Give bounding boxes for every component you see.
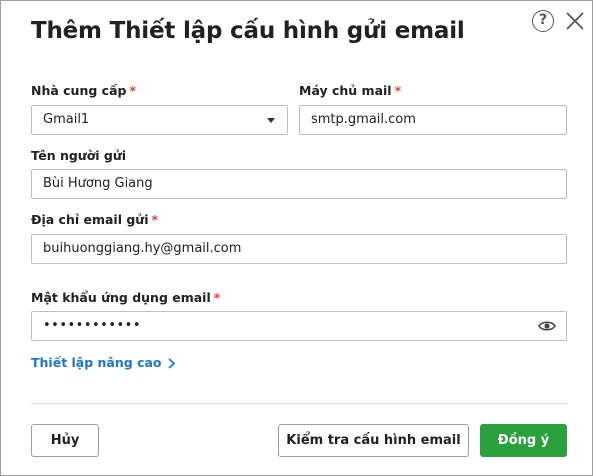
sender-email-label: Địa chỉ email gửi * xyxy=(31,212,158,227)
advanced-settings-label: Thiết lập nâng cao xyxy=(31,355,162,370)
dialog-title: Thêm Thiết lập cấu hình gửi email xyxy=(31,18,465,44)
advanced-settings-link[interactable]: Thiết lập nâng cao xyxy=(31,355,175,370)
sender-name-label: Tên người gửi xyxy=(31,148,126,163)
required-mark: * xyxy=(394,83,402,98)
mail-server-value: smtp.gmail.com xyxy=(311,112,416,127)
sender-name-label-text: Tên người gửi xyxy=(31,148,127,163)
app-password-label: Mật khẩu ứng dụng email * xyxy=(31,290,220,305)
mail-server-label: Máy chủ mail * xyxy=(299,83,401,98)
app-password-value: •••••••••••• xyxy=(43,318,142,333)
provider-select[interactable]: Gmail1 xyxy=(31,105,288,135)
ok-button[interactable]: Đồng ý xyxy=(480,424,567,457)
sender-email-value: buihuonggiang.hy@gmail.com xyxy=(43,241,242,256)
sender-email-input[interactable]: buihuonggiang.hy@gmail.com xyxy=(31,234,567,264)
required-mark: * xyxy=(151,212,159,227)
cancel-button[interactable]: Hủy xyxy=(31,424,99,457)
sender-name-input[interactable]: Bùi Hương Giang xyxy=(31,169,567,199)
app-password-label-text: Mật khẩu ứng dụng email xyxy=(31,290,211,305)
required-mark: * xyxy=(129,83,136,98)
email-config-dialog: Thêm Thiết lập cấu hình gửi email ? Nhà … xyxy=(0,0,593,476)
caret-down-icon xyxy=(267,118,275,123)
provider-label: Nhà cung cấp * xyxy=(31,83,136,98)
required-mark: * xyxy=(213,290,221,305)
help-icon[interactable]: ? xyxy=(532,10,554,32)
test-config-button[interactable]: Kiểm tra cấu hình email xyxy=(278,424,469,457)
eye-icon[interactable] xyxy=(538,318,556,334)
mail-server-label-text: Máy chủ mail xyxy=(299,83,392,98)
app-password-input[interactable]: •••••••••••• xyxy=(31,311,567,341)
close-icon[interactable] xyxy=(564,10,586,32)
sender-name-value: Bùi Hương Giang xyxy=(43,176,153,191)
provider-value: Gmail1 xyxy=(43,112,90,127)
provider-label-text: Nhà cung cấp xyxy=(31,83,127,98)
chevron-right-icon xyxy=(167,358,175,369)
sender-email-label-text: Địa chỉ email gửi xyxy=(31,212,149,227)
mail-server-input[interactable]: smtp.gmail.com xyxy=(299,105,567,135)
footer-divider xyxy=(31,403,568,404)
